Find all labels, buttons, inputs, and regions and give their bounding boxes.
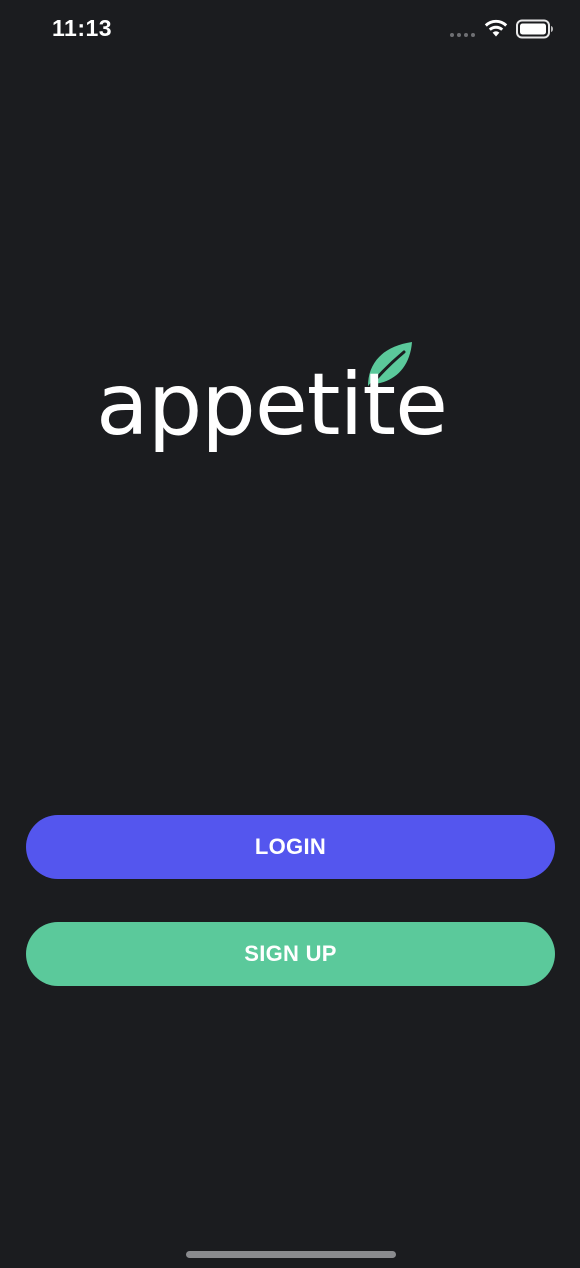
logo-text: appetite (96, 355, 448, 455)
signup-button-label: SIGN UP (244, 941, 337, 966)
status-bar: 11:13 (0, 0, 580, 60)
home-indicator[interactable] (186, 1251, 396, 1258)
signal-dots-icon (450, 33, 475, 37)
login-button-label: LOGIN (254, 834, 327, 859)
status-time: 11:13 (52, 15, 113, 41)
signup-button[interactable]: SIGN UP (26, 922, 555, 986)
battery-icon (516, 19, 553, 39)
login-button[interactable]: LOGIN (26, 815, 555, 879)
app-logo: appetite (96, 336, 488, 486)
wifi-icon (484, 19, 508, 37)
